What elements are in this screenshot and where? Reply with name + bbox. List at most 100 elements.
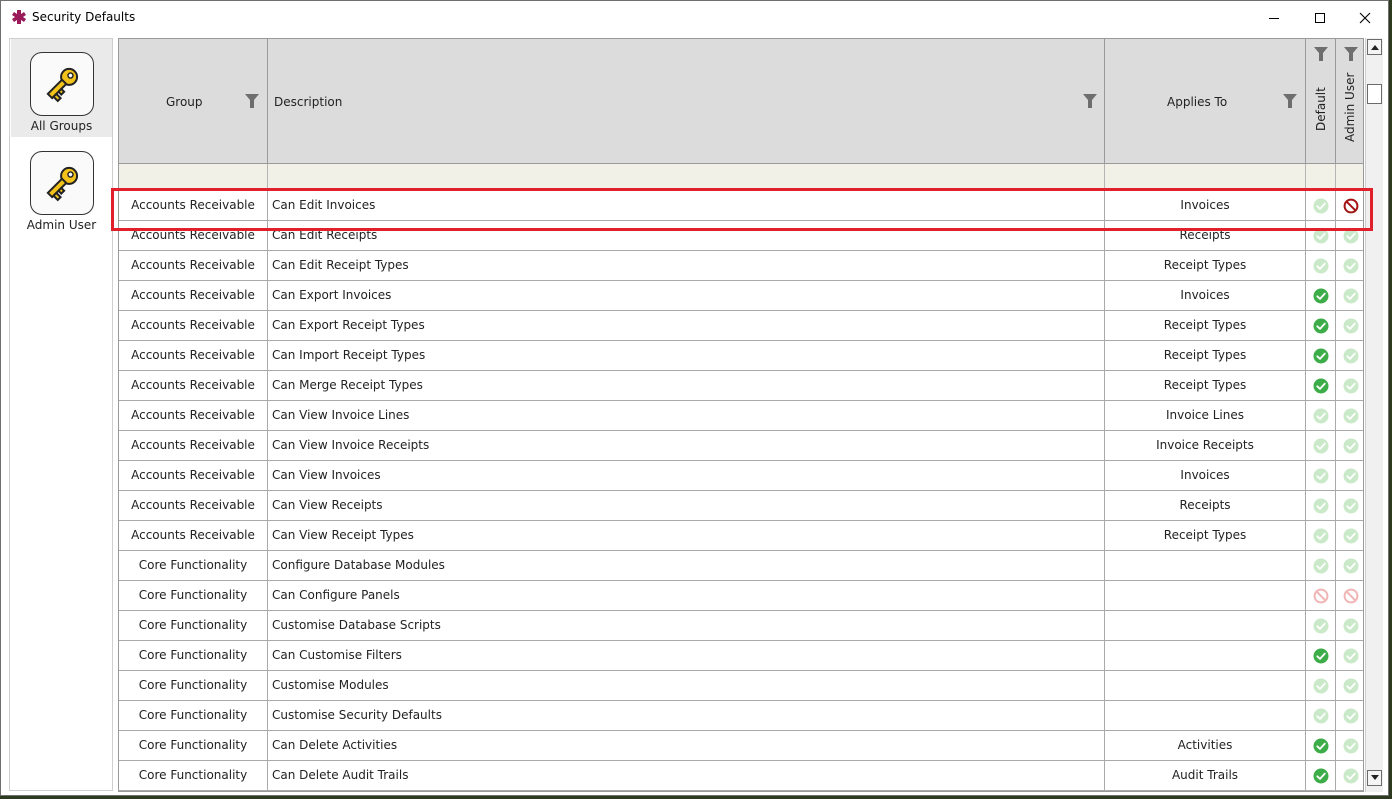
table-row[interactable]: Accounts Receivable Can Merge Receipt Typ… [119,371,1363,401]
group-cell: Accounts Receivable [119,191,268,220]
admin-user-permission-cell[interactable] [1336,641,1363,670]
column-header-admin-user[interactable]: Admin User [1336,39,1363,164]
admin-user-permission-cell[interactable] [1336,251,1363,280]
minimize-button[interactable] [1251,1,1297,34]
admin-user-permission-cell[interactable] [1336,671,1363,700]
default-permission-cell[interactable] [1306,221,1336,250]
admin-user-permission-cell[interactable] [1336,311,1363,340]
default-permission-cell[interactable] [1306,581,1336,610]
default-permission-cell[interactable] [1306,641,1336,670]
table-row[interactable]: Core Functionality Customise Security Def… [119,701,1363,731]
table-row[interactable]: Accounts Receivable Can View Invoice Rece… [119,431,1363,461]
table-row[interactable]: Core Functionality Can Configure Panels [119,581,1363,611]
filter-icon[interactable] [1314,47,1328,61]
default-permission-cell[interactable] [1306,551,1336,580]
default-permission-cell[interactable] [1306,431,1336,460]
filter-icon[interactable] [1344,47,1358,61]
applies-to-cell: Receipt Types [1105,251,1306,280]
default-permission-cell[interactable] [1306,701,1336,730]
admin-user-permission-cell[interactable] [1336,401,1363,430]
column-header-default[interactable]: Default [1306,39,1336,164]
allow-icon [1313,648,1328,663]
applies-to-cell: Activities [1105,731,1306,760]
table-row[interactable]: Accounts Receivable Can Export Receipt Ty… [119,311,1363,341]
table-row[interactable]: Accounts Receivable Can View Receipts Rece… [119,491,1363,521]
close-button[interactable] [1342,1,1388,34]
admin-user-permission-cell[interactable] [1336,551,1363,580]
admin-user-permission-cell[interactable] [1336,611,1363,640]
admin-user-permission-cell[interactable] [1336,581,1363,610]
window-title: Security Defaults [32,10,136,24]
default-permission-cell[interactable] [1306,251,1336,280]
column-header-description[interactable]: Description [268,39,1105,164]
filter-cell-group[interactable] [119,164,268,191]
table-row[interactable]: Accounts Receivable Can View Invoices Invo… [119,461,1363,491]
description-cell: Can Import Receipt Types [268,341,1105,370]
description-cell: Can Configure Panels [268,581,1105,610]
applies-to-cell: Receipts [1105,221,1306,250]
default-permission-cell[interactable] [1306,611,1336,640]
scroll-down-button[interactable] [1367,770,1382,786]
filter-cell-admin-user[interactable] [1336,164,1363,191]
default-permission-cell[interactable] [1306,191,1336,220]
column-header-group[interactable]: Group [119,39,268,164]
admin-user-permission-cell[interactable] [1336,371,1363,400]
filter-cell-default[interactable] [1306,164,1336,191]
maximize-button[interactable] [1297,1,1343,34]
filter-cell-applies-to[interactable] [1105,164,1306,191]
table-row[interactable]: Accounts Receivable Can Edit Invoices Invo… [119,191,1363,221]
grid-header: Group Description Applies To Default Adm… [119,39,1363,164]
table-row[interactable]: Core Functionality Can Delete Audit Trail… [119,761,1363,791]
admin-user-permission-cell[interactable] [1336,731,1363,760]
sidebar-item-admin-user[interactable]: Admin User [11,138,112,236]
table-row[interactable]: Accounts Receivable Can Edit Receipts Rece… [119,221,1363,251]
admin-user-permission-cell[interactable] [1336,491,1363,520]
filter-cell-description[interactable] [268,164,1105,191]
group-cell: Accounts Receivable [119,431,268,460]
admin-user-permission-cell[interactable] [1336,191,1363,220]
admin-user-permission-cell[interactable] [1336,221,1363,250]
allow-icon [1343,558,1358,573]
description-cell: Can Edit Receipt Types [268,251,1105,280]
table-row[interactable]: Accounts Receivable Can Export Invoices In… [119,281,1363,311]
allow-icon [1313,258,1328,273]
filter-icon[interactable] [1283,94,1297,108]
table-row[interactable]: Core Functionality Customise Modules [119,671,1363,701]
admin-user-permission-cell[interactable] [1336,281,1363,310]
allow-icon [1343,228,1358,243]
column-header-applies-to[interactable]: Applies To [1105,39,1306,164]
table-row[interactable]: Accounts Receivable Can View Receipt Type… [119,521,1363,551]
filter-icon[interactable] [245,94,259,108]
default-permission-cell[interactable] [1306,491,1336,520]
admin-user-permission-cell[interactable] [1336,761,1363,790]
admin-user-permission-cell[interactable] [1336,461,1363,490]
default-permission-cell[interactable] [1306,371,1336,400]
allow-icon [1343,738,1358,753]
vertical-scrollbar[interactable] [1365,38,1383,792]
table-row[interactable]: Core Functionality Can Delete Activities A… [119,731,1363,761]
default-permission-cell[interactable] [1306,731,1336,760]
admin-user-permission-cell[interactable] [1336,701,1363,730]
table-row[interactable]: Core Functionality Can Customise Filters [119,641,1363,671]
sidebar-item-all-groups[interactable]: All Groups [11,39,112,137]
default-permission-cell[interactable] [1306,311,1336,340]
admin-user-permission-cell[interactable] [1336,521,1363,550]
scroll-up-button[interactable] [1367,39,1382,55]
table-row[interactable]: Accounts Receivable Can Import Receipt Ty… [119,341,1363,371]
default-permission-cell[interactable] [1306,401,1336,430]
default-permission-cell[interactable] [1306,671,1336,700]
table-row[interactable]: Core Functionality Customise Database Scr… [119,611,1363,641]
admin-user-permission-cell[interactable] [1336,341,1363,370]
table-row[interactable]: Accounts Receivable Can View Invoice Line… [119,401,1363,431]
table-row[interactable]: Accounts Receivable Can Edit Receipt Type… [119,251,1363,281]
admin-user-permission-cell[interactable] [1336,431,1363,460]
default-permission-cell[interactable] [1306,461,1336,490]
default-permission-cell[interactable] [1306,761,1336,790]
scroll-thumb[interactable] [1367,84,1382,104]
default-permission-cell[interactable] [1306,281,1336,310]
default-permission-cell[interactable] [1306,341,1336,370]
allow-icon [1313,768,1328,783]
default-permission-cell[interactable] [1306,521,1336,550]
table-row[interactable]: Core Functionality Configure Database Mod… [119,551,1363,581]
filter-icon[interactable] [1083,94,1097,108]
